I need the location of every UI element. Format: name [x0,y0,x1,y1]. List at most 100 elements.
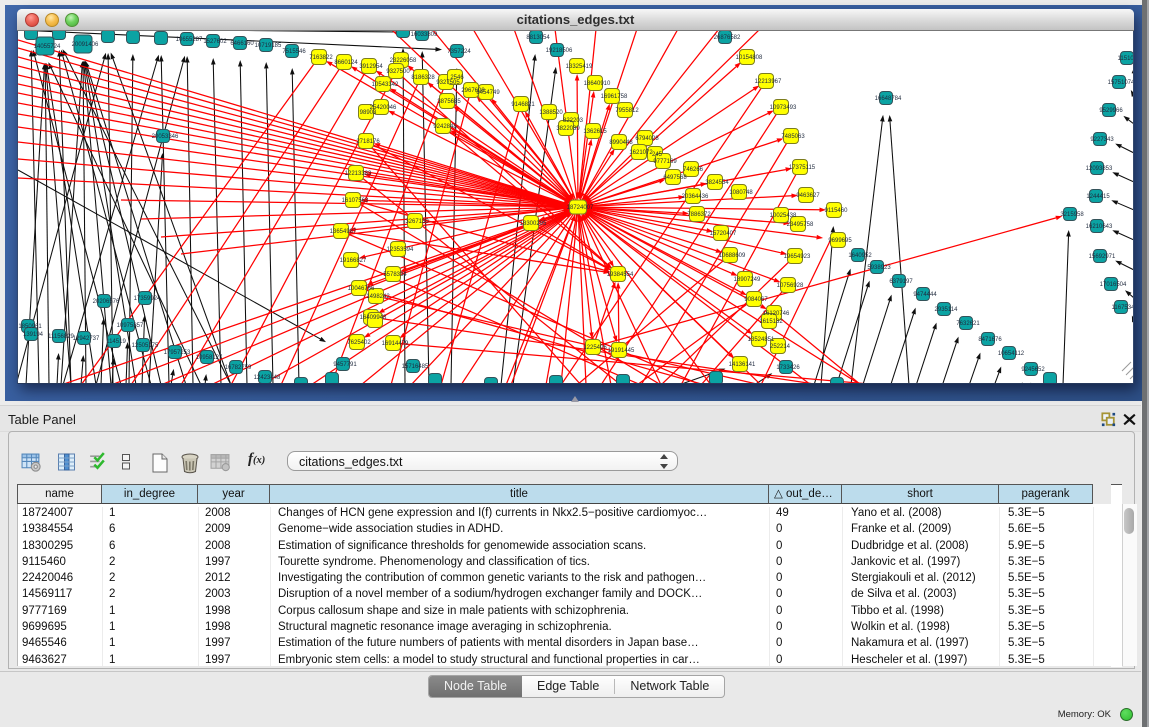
svg-text:16210643: 16210643 [1086,224,1113,230]
svg-text:1388520: 1388520 [539,110,563,116]
svg-text:1733426: 1733426 [776,365,800,371]
svg-text:17375115: 17375115 [789,165,816,171]
svg-text:16914479: 16914479 [382,341,409,347]
svg-text:1151047: 1151047 [1118,56,1134,62]
svg-text:5938923: 5938923 [867,265,891,271]
svg-text:2546: 2546 [450,75,464,81]
svg-text:7886372: 7886372 [687,212,711,218]
svg-text:20364436: 20364436 [682,194,709,200]
svg-text:15751074: 15751074 [1108,80,1134,86]
svg-text:2718176: 2718176 [356,139,380,145]
svg-text:16648784: 16648784 [875,96,902,102]
svg-text:9529966: 9529966 [1099,108,1123,114]
svg-text:2935114: 2935114 [935,307,959,313]
svg-text:8186328: 8186328 [411,75,435,81]
svg-text:6379197: 6379197 [889,279,913,285]
svg-text:7955812: 7955812 [615,108,639,114]
svg-text:19191445: 19191445 [608,348,635,354]
svg-text:10655287: 10655287 [176,37,203,43]
svg-text:5578334: 5578334 [383,272,407,278]
svg-text:12093853: 12093853 [1086,166,1113,172]
svg-text:14136141: 14136141 [729,362,756,368]
svg-text:9227343: 9227343 [1090,137,1114,143]
svg-text:7485063: 7485063 [781,134,805,140]
svg-text:6794028: 6794028 [635,136,659,142]
svg-text:1621072: 1621072 [629,150,653,156]
svg-text:3824554: 3824554 [705,180,729,186]
svg-text:19166827: 19166827 [340,258,367,264]
svg-text:7163822: 7163822 [309,55,333,61]
svg-text:12423448: 12423448 [254,375,281,381]
svg-text:17957253: 17957253 [164,350,191,356]
svg-text:12213967: 12213967 [755,79,782,85]
svg-text:15720407: 15720407 [710,231,737,237]
svg-text:252214: 252214 [770,344,791,350]
svg-text:16782759: 16782759 [225,365,252,371]
svg-text:23495758: 23495758 [787,222,814,228]
svg-text:14055724: 14055724 [34,44,61,50]
svg-text:746266: 746266 [683,167,704,173]
svg-text:10975857: 10975857 [117,323,144,329]
svg-text:10543342: 10543342 [372,82,399,88]
svg-text:7625402: 7625402 [347,340,371,346]
svg-text:18724007: 18724007 [567,205,594,211]
svg-text:3912954: 3912954 [359,64,383,70]
svg-text:10046766: 10046766 [348,286,375,292]
svg-text:1527602: 1527602 [203,39,227,45]
svg-text:9242848: 9242848 [433,124,457,130]
svg-text:12942737: 12942737 [73,336,100,342]
svg-text:9245652: 9245652 [1021,367,1045,373]
svg-text:3267130: 3267130 [405,219,429,225]
svg-text:19654923: 19654923 [784,254,811,260]
svg-text:20206576: 20206576 [93,299,120,305]
svg-text:20091406: 20091406 [72,42,99,48]
svg-text:10756928: 10756928 [777,283,804,289]
svg-text:16107563: 16107563 [342,198,369,204]
svg-text:9146821: 9146821 [511,102,535,108]
svg-text:19218506: 19218506 [546,48,573,54]
svg-text:23226058: 23226058 [390,58,417,64]
svg-text:18300295: 18300295 [520,221,547,227]
svg-text:17359924: 17359924 [134,296,161,302]
svg-text:16033809: 16033809 [411,32,438,38]
svg-text:9115460: 9115460 [825,208,849,214]
svg-text:1080748: 1080748 [729,190,753,196]
svg-text:9327500: 9327500 [386,69,410,75]
svg-text:7515546: 7515546 [282,49,306,55]
svg-text:16409948: 16409948 [360,315,387,321]
svg-text:10154808: 10154808 [736,55,763,61]
svg-text:1362615: 1362615 [583,129,607,135]
svg-text:13524851: 13524851 [748,337,775,343]
svg-text:9474444: 9474444 [913,292,937,298]
svg-text:20053346: 20053346 [152,134,179,140]
svg-text:13654987: 13654987 [330,229,357,235]
svg-text:8454749: 8454749 [476,90,500,96]
svg-text:26876582: 26876582 [714,35,741,41]
svg-text:12213383: 12213383 [345,171,372,177]
svg-text:3215958: 3215958 [1060,212,1084,218]
svg-text:6497568: 6497568 [663,175,687,181]
svg-text:9457791: 9457791 [333,362,357,368]
svg-text:3822039: 3822039 [556,126,580,132]
svg-text:9084067: 9084067 [744,297,768,303]
svg-text:245: 245 [652,152,663,158]
svg-text:17016504: 17016504 [1100,282,1127,288]
svg-text:1640952: 1640952 [848,253,872,259]
svg-text:11156829: 11156829 [48,334,74,340]
svg-text:1225406: 1225406 [583,345,607,351]
svg-text:98903: 98903 [360,110,377,116]
svg-text:12505175: 12505175 [132,343,159,349]
svg-text:8990448: 8990448 [609,140,633,146]
svg-text:9463627: 9463627 [796,193,820,199]
svg-text:7357224: 7357224 [447,49,471,55]
svg-text:18640910: 18640910 [584,81,611,87]
svg-text:10719185: 10719185 [255,43,282,49]
svg-text:8660124: 8660124 [334,60,358,66]
svg-text:3875685: 3875685 [437,99,461,105]
svg-text:1850961: 1850961 [18,324,42,330]
svg-text:10958127: 10958127 [196,355,223,361]
svg-text:7632621: 7632621 [956,321,980,327]
svg-text:19384554: 19384554 [607,272,634,278]
svg-text:1498242: 1498242 [366,294,390,300]
svg-text:1244415: 1244415 [1086,194,1110,200]
